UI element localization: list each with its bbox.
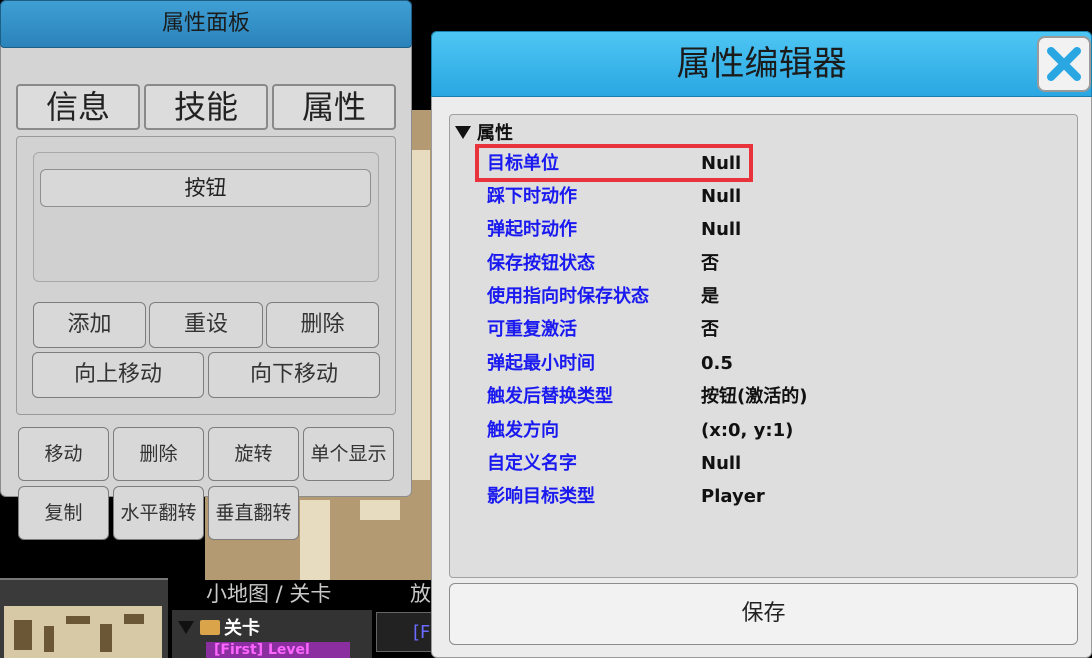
property-group-label: 属性 xyxy=(477,123,513,144)
property-name: 可重复激活 xyxy=(487,319,577,340)
close-button[interactable] xyxy=(1037,36,1091,92)
property-value[interactable]: Null xyxy=(701,213,741,246)
folder-icon xyxy=(200,619,220,635)
partial-label: 放 xyxy=(410,582,431,606)
property-tabs: 信息 技能 属性 xyxy=(16,84,396,130)
level-field[interactable]: [F xyxy=(376,612,436,652)
property-row[interactable]: 保存按钮状态 否 xyxy=(487,247,1067,280)
attribute-editor-title[interactable]: 属性编辑器 xyxy=(431,31,1092,97)
property-value[interactable]: (x:0, y:1) xyxy=(701,414,793,447)
move-down-button[interactable]: 向下移动 xyxy=(208,352,380,398)
property-group-header[interactable]: 属性 xyxy=(455,119,513,145)
tab-info[interactable]: 信息 xyxy=(16,84,140,130)
property-row[interactable]: 使用指向时保存状态 是 xyxy=(487,280,1067,313)
tree-item-levels[interactable]: 关卡 xyxy=(178,614,260,640)
property-name: 踩下时动作 xyxy=(487,186,577,207)
expand-triangle-icon xyxy=(178,620,194,634)
property-value[interactable]: 按钮(激活的) xyxy=(701,380,807,413)
reset-button[interactable]: 重设 xyxy=(149,302,263,348)
property-row[interactable]: 可重复激活 否 xyxy=(487,313,1067,346)
property-name: 影响目标类型 xyxy=(487,486,595,507)
move-up-button[interactable]: 向上移动 xyxy=(32,352,204,398)
close-icon xyxy=(1047,47,1081,81)
property-value[interactable]: 否 xyxy=(701,313,719,346)
highlight-box xyxy=(475,144,753,182)
property-name: 自定义名字 xyxy=(487,453,577,474)
minimap-level-label: 小地图 / 关卡 xyxy=(206,582,332,606)
terrain-path xyxy=(300,500,330,580)
tab-attributes[interactable]: 属性 xyxy=(272,84,396,130)
property-name: 使用指向时保存状态 xyxy=(487,286,649,307)
property-row[interactable]: 弹起最小时间 0.5 xyxy=(487,347,1067,380)
add-button[interactable]: 添加 xyxy=(33,302,146,348)
rotate-tool-button[interactable]: 旋转 xyxy=(208,427,299,481)
property-value[interactable]: 否 xyxy=(701,247,719,280)
property-name: 触发后替换类型 xyxy=(487,386,613,407)
property-row[interactable]: 触发后替换类型 按钮(激活的) xyxy=(487,380,1067,413)
property-row[interactable]: 影响目标类型 Player xyxy=(487,480,1067,513)
property-value[interactable]: Null xyxy=(701,180,741,213)
property-name: 保存按钮状态 xyxy=(487,253,595,274)
tree-item-label: 关卡 xyxy=(224,618,260,639)
delete-tool-button[interactable]: 删除 xyxy=(113,427,204,481)
list-item-button[interactable]: 按钮 xyxy=(40,169,371,207)
delete-button[interactable]: 删除 xyxy=(266,302,379,348)
property-row[interactable]: 踩下时动作 Null xyxy=(487,180,1067,213)
collapse-triangle-icon xyxy=(455,125,471,139)
terrain-path xyxy=(360,500,400,520)
property-name: 触发方向 xyxy=(487,420,559,441)
property-name: 弹起时动作 xyxy=(487,219,577,240)
property-row[interactable]: 弹起时动作 Null xyxy=(487,213,1067,246)
property-panel-title[interactable]: 属性面板 xyxy=(0,0,412,48)
field-prefix: [F xyxy=(413,622,431,643)
minimap[interactable] xyxy=(4,606,162,658)
property-value[interactable]: Null xyxy=(701,447,741,480)
property-row[interactable]: 触发方向 (x:0, y:1) xyxy=(487,414,1067,447)
tab-skills[interactable]: 技能 xyxy=(144,84,268,130)
flip-horizontal-button[interactable]: 水平翻转 xyxy=(113,486,204,540)
single-display-button[interactable]: 单个显示 xyxy=(303,427,394,481)
property-value[interactable]: 是 xyxy=(701,280,719,313)
flip-vertical-button[interactable]: 垂直翻转 xyxy=(208,486,299,540)
level-tag[interactable]: [First] Level xyxy=(206,642,350,658)
save-button[interactable]: 保存 xyxy=(449,583,1078,645)
property-name: 弹起最小时间 xyxy=(487,353,595,374)
property-row[interactable]: 自定义名字 Null xyxy=(487,447,1067,480)
move-tool-button[interactable]: 移动 xyxy=(18,427,109,481)
property-value[interactable]: 0.5 xyxy=(701,347,733,380)
property-value[interactable]: Player xyxy=(701,480,765,513)
copy-tool-button[interactable]: 复制 xyxy=(18,486,109,540)
